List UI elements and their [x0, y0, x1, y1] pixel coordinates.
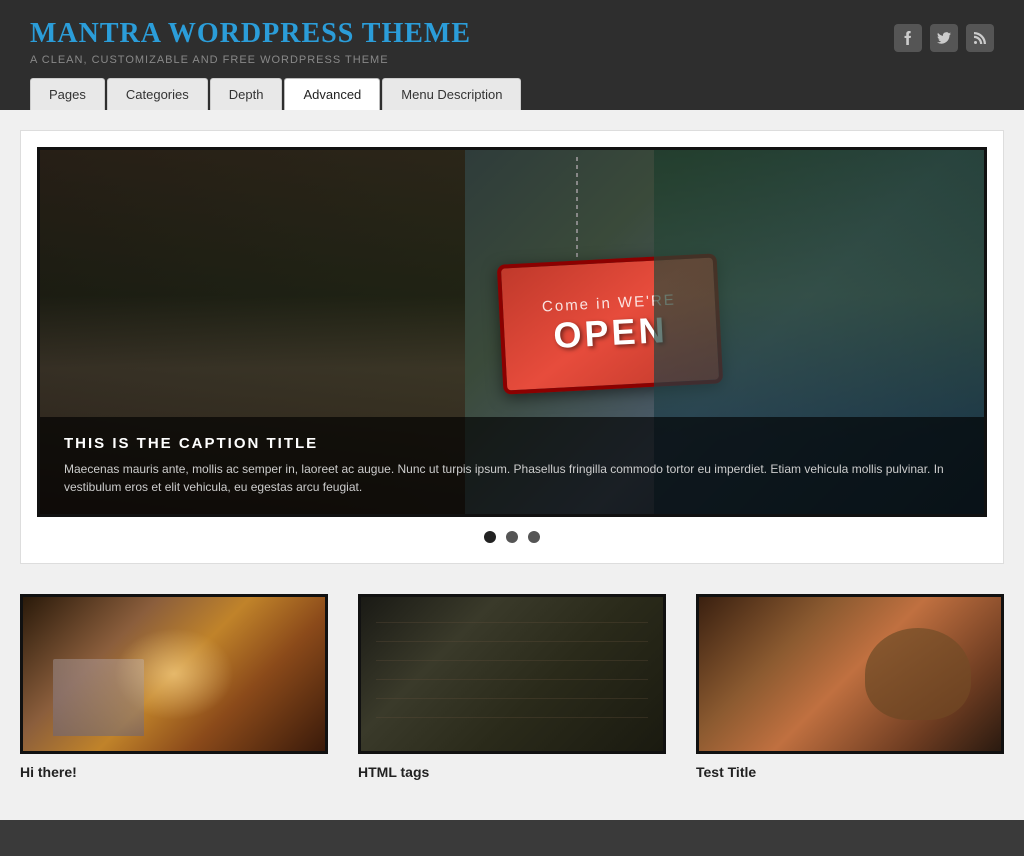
- thumb-image-2: [361, 597, 663, 751]
- header-top: Mantra WordPress Theme A Clean, Customiz…: [30, 18, 994, 66]
- post-title-1[interactable]: Hi there!: [20, 764, 328, 780]
- slider-caption: This is the Caption Title Maecenas mauri…: [40, 417, 984, 514]
- open-sign: Come in WE'RE OPEN: [496, 254, 723, 395]
- post-title-2[interactable]: HTML tags: [358, 764, 666, 780]
- slider-dots: [37, 517, 987, 547]
- slider-dot-2[interactable]: [506, 531, 518, 543]
- chain-decoration: [576, 157, 578, 259]
- site-tagline: A Clean, Customizable and Free WordPress…: [30, 54, 471, 66]
- post-thumb-3[interactable]: [696, 594, 1004, 754]
- slider-dot-1[interactable]: [484, 531, 496, 543]
- facebook-icon[interactable]: [894, 24, 922, 52]
- tab-menu-description[interactable]: Menu Description: [382, 78, 521, 110]
- post-card-1: Hi there!: [20, 594, 328, 780]
- social-icons: [894, 24, 994, 52]
- thumb-image-1: [23, 597, 325, 751]
- post-title-3[interactable]: Test Title: [696, 764, 1004, 780]
- sign-open: OPEN: [552, 309, 668, 357]
- slider-dot-3[interactable]: [528, 531, 540, 543]
- twitter-icon[interactable]: [930, 24, 958, 52]
- rss-icon[interactable]: [966, 24, 994, 52]
- post-thumb-1[interactable]: [20, 594, 328, 754]
- tab-pages[interactable]: Pages: [30, 78, 105, 110]
- post-card-3: Test Title: [696, 594, 1004, 780]
- caption-title: This is the Caption Title: [64, 435, 960, 452]
- main-content: Come in WE'RE OPEN This is the Caption T…: [0, 110, 1024, 820]
- tab-advanced[interactable]: Advanced: [284, 78, 380, 110]
- tab-categories[interactable]: Categories: [107, 78, 208, 110]
- tab-depth[interactable]: Depth: [210, 78, 283, 110]
- site-title: Mantra WordPress Theme: [30, 18, 471, 50]
- site-branding: Mantra WordPress Theme A Clean, Customiz…: [30, 18, 471, 66]
- thumb-image-3: [699, 597, 1001, 751]
- post-thumb-2[interactable]: [358, 594, 666, 754]
- slider-container: Come in WE'RE OPEN This is the Caption T…: [20, 130, 1004, 564]
- image-slider[interactable]: Come in WE'RE OPEN This is the Caption T…: [37, 147, 987, 517]
- post-grid: Hi there! HTML tags Test Title: [20, 584, 1004, 790]
- post-card-2: HTML tags: [358, 594, 666, 780]
- site-header: Mantra WordPress Theme A Clean, Customiz…: [0, 0, 1024, 110]
- navigation-tabs: Pages Categories Depth Advanced Menu Des…: [30, 78, 994, 110]
- caption-text: Maecenas mauris ante, mollis ac semper i…: [64, 460, 960, 496]
